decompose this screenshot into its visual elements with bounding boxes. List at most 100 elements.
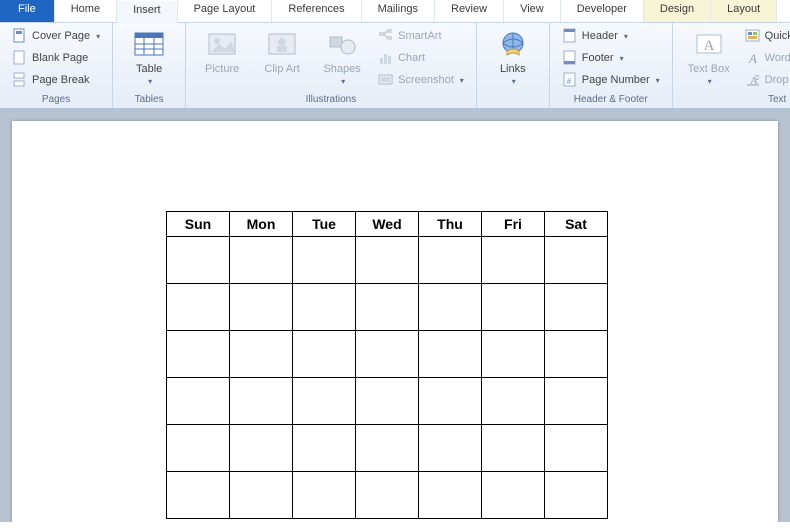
cell[interactable] <box>230 284 293 331</box>
cell[interactable] <box>167 425 230 472</box>
shapes-button[interactable]: Shapes ▾ <box>314 26 370 89</box>
cell[interactable] <box>356 331 419 378</box>
cell[interactable] <box>419 237 482 284</box>
tab-insert[interactable]: Insert <box>117 1 178 23</box>
shapes-label: Shapes <box>323 63 360 75</box>
tab-design[interactable]: Design <box>644 0 711 22</box>
day-header[interactable]: Sun <box>167 212 230 237</box>
cell[interactable] <box>356 472 419 519</box>
cell[interactable] <box>545 331 608 378</box>
cell[interactable] <box>167 284 230 331</box>
cell[interactable] <box>419 378 482 425</box>
cell[interactable] <box>545 237 608 284</box>
screenshot-button[interactable]: Screenshot▾ <box>374 70 468 90</box>
tab-mailings[interactable]: Mailings <box>362 0 435 22</box>
day-header[interactable]: Fri <box>482 212 545 237</box>
cell[interactable] <box>167 331 230 378</box>
svg-text:#: # <box>567 77 572 86</box>
dropdown-icon: ▾ <box>656 76 660 85</box>
cell[interactable] <box>545 472 608 519</box>
cell[interactable] <box>167 378 230 425</box>
ribbon-tabs: File Home Insert Page Layout References … <box>0 0 790 23</box>
blank-page-button[interactable]: Blank Page <box>8 48 104 68</box>
cell[interactable] <box>230 472 293 519</box>
picture-icon <box>206 29 238 61</box>
cell[interactable] <box>293 237 356 284</box>
chart-icon <box>378 50 394 66</box>
day-header[interactable]: Tue <box>293 212 356 237</box>
page-break-button[interactable]: Page Break <box>8 70 104 90</box>
text-box-label: Text Box <box>688 63 730 75</box>
cell[interactable] <box>419 425 482 472</box>
cell[interactable] <box>167 472 230 519</box>
dropdown-icon: ▾ <box>624 32 628 41</box>
text-box-button[interactable]: A Text Box▾ <box>681 26 737 89</box>
cell[interactable] <box>167 237 230 284</box>
day-header[interactable]: Sat <box>545 212 608 237</box>
cell[interactable] <box>482 331 545 378</box>
wordart-button[interactable]: A WordArt▾ <box>741 48 790 68</box>
links-button[interactable]: Links▾ <box>485 26 541 89</box>
cell[interactable] <box>293 425 356 472</box>
calendar-table[interactable]: Sun Mon Tue Wed Thu Fri Sat <box>166 211 608 519</box>
cell[interactable] <box>482 284 545 331</box>
tab-layout[interactable]: Layout <box>711 0 777 22</box>
tab-page-layout[interactable]: Page Layout <box>178 0 273 22</box>
cell[interactable] <box>482 378 545 425</box>
cell[interactable] <box>419 284 482 331</box>
day-header[interactable]: Wed <box>356 212 419 237</box>
cell[interactable] <box>356 425 419 472</box>
quick-parts-button[interactable]: Quick Parts▾ <box>741 26 790 46</box>
table-button[interactable]: Table ▾ <box>121 26 177 89</box>
cell[interactable] <box>293 378 356 425</box>
group-pages: Cover Page▾ Blank Page Page Break Pages <box>0 23 113 108</box>
tab-references[interactable]: References <box>272 0 361 22</box>
cell[interactable] <box>356 237 419 284</box>
tab-file[interactable]: File <box>0 0 55 22</box>
chart-button[interactable]: Chart <box>374 48 468 68</box>
cell[interactable] <box>419 472 482 519</box>
cell[interactable] <box>230 425 293 472</box>
cell[interactable] <box>545 425 608 472</box>
document-page[interactable]: Sun Mon Tue Wed Thu Fri Sat <box>12 121 778 522</box>
group-text: A Text Box▾ Quick Parts▾ A WordArt▾ A Dr… <box>673 23 790 108</box>
cell[interactable] <box>419 331 482 378</box>
tab-home[interactable]: Home <box>55 0 117 22</box>
day-header[interactable]: Thu <box>419 212 482 237</box>
header-button[interactable]: Header ▾ <box>558 26 664 46</box>
page-number-button[interactable]: # Page Number▾ <box>558 70 664 90</box>
cell[interactable] <box>545 378 608 425</box>
clip-art-button[interactable]: Clip Art <box>254 26 310 77</box>
dropdown-icon: ▾ <box>148 77 152 86</box>
tab-review[interactable]: Review <box>435 0 504 22</box>
cell[interactable] <box>230 331 293 378</box>
cell[interactable] <box>356 284 419 331</box>
shapes-icon <box>326 29 358 61</box>
screenshot-label: Screenshot <box>398 74 454 86</box>
cell[interactable] <box>482 425 545 472</box>
tab-view[interactable]: View <box>504 0 561 22</box>
dropdown-icon: ▾ <box>96 32 100 41</box>
cell[interactable] <box>482 472 545 519</box>
document-area[interactable]: Sun Mon Tue Wed Thu Fri Sat <box>0 109 790 522</box>
cell[interactable] <box>293 284 356 331</box>
cell[interactable] <box>482 237 545 284</box>
tab-developer[interactable]: Developer <box>561 0 644 22</box>
cell[interactable] <box>230 378 293 425</box>
table-label: Table <box>136 63 162 75</box>
cover-page-button[interactable]: Cover Page▾ <box>8 26 104 46</box>
group-pages-label: Pages <box>8 92 104 108</box>
drop-cap-button[interactable]: A Drop Cap▾ <box>741 70 790 90</box>
day-header[interactable]: Mon <box>230 212 293 237</box>
group-links: Links▾ <box>477 23 550 108</box>
cell[interactable] <box>230 237 293 284</box>
smartart-button[interactable]: SmartArt <box>374 26 468 46</box>
dropdown-icon: ▾ <box>341 77 345 86</box>
header-label: Header <box>582 30 618 42</box>
cell[interactable] <box>293 472 356 519</box>
cell[interactable] <box>356 378 419 425</box>
cell[interactable] <box>293 331 356 378</box>
footer-button[interactable]: Footer▾ <box>558 48 664 68</box>
cell[interactable] <box>545 284 608 331</box>
picture-button[interactable]: Picture <box>194 26 250 77</box>
